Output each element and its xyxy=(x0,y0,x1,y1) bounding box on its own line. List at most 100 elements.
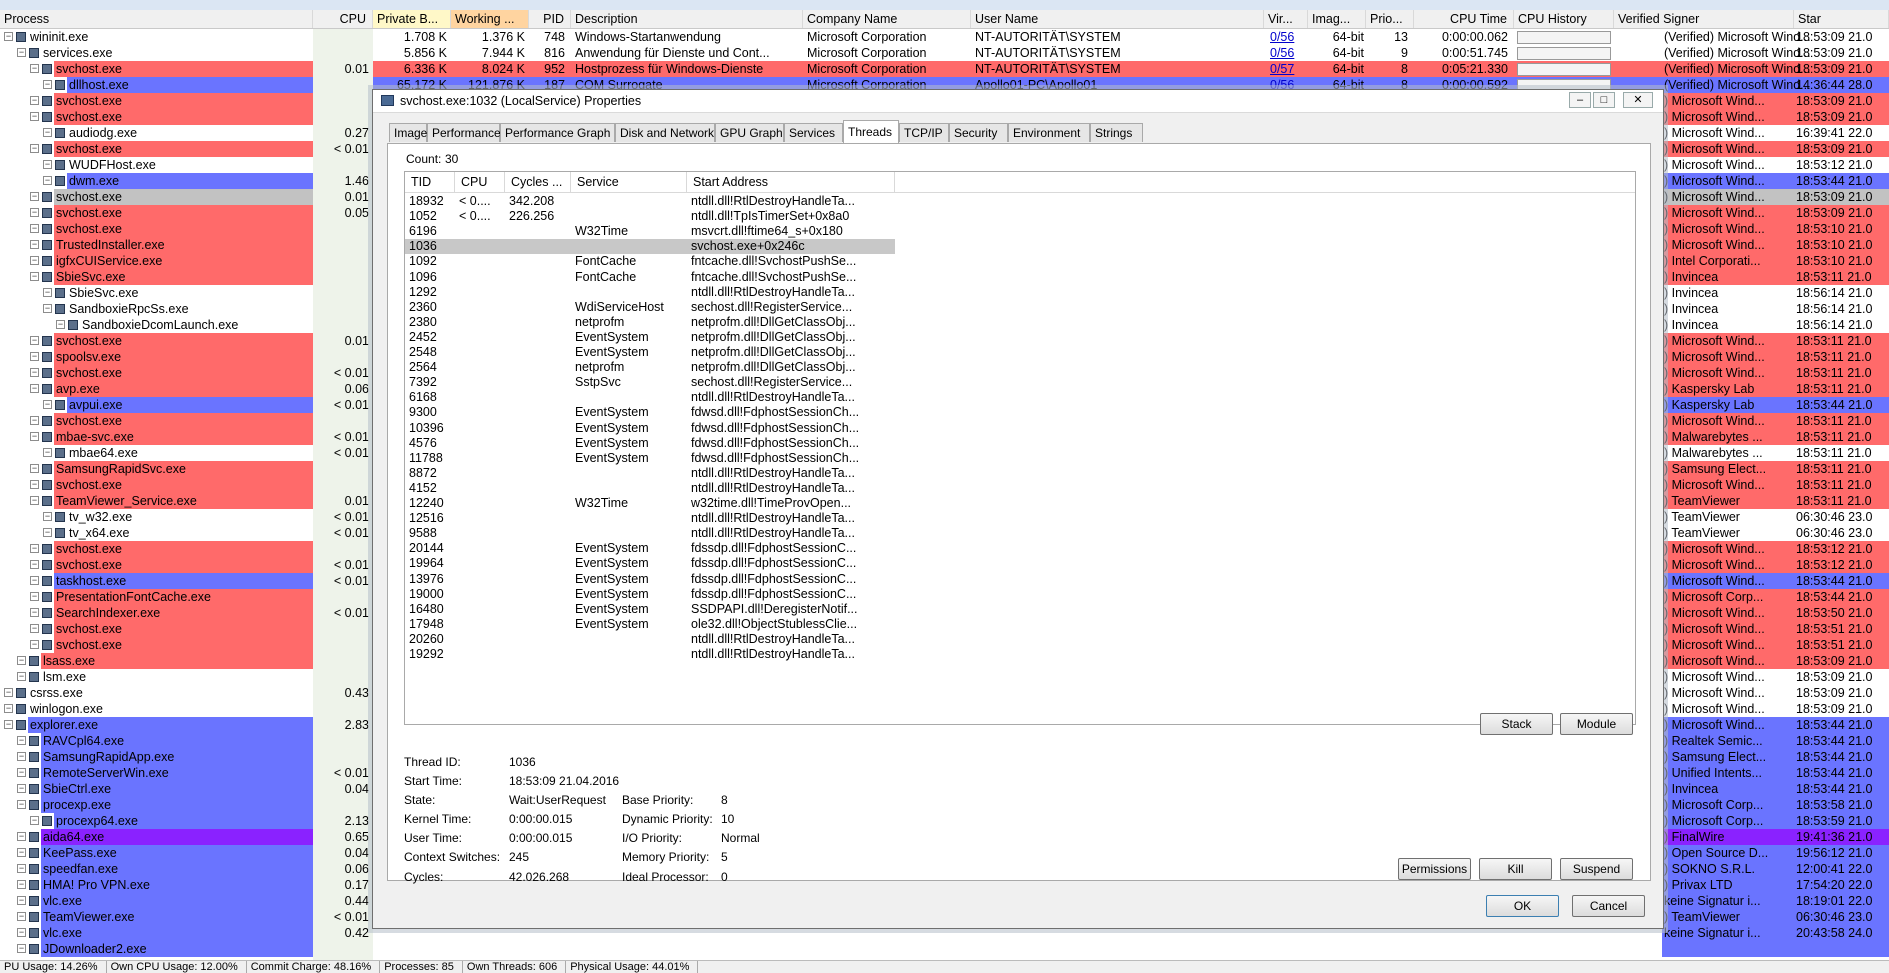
thread-row[interactable]: 10396 EventSystem fdwsd.dll!FdphostSession… xyxy=(405,421,895,436)
thread-row[interactable]: 4152 ntdll.dll!RtlDestroyHandleTa... xyxy=(405,481,895,496)
process-row[interactable]: − wininit.exe 1.708 K 1.376 K 748 Windows-Sta… xyxy=(0,29,1889,45)
tree-toggle-icon[interactable]: − xyxy=(43,304,52,313)
thread-row[interactable]: 4576 EventSystem fdwsd.dll!FdphostSessionC… xyxy=(405,436,895,451)
thread-row[interactable]: 12516 ntdll.dll!RtlDestroyHandleTa... xyxy=(405,511,895,526)
permissions-button[interactable]: Permissions xyxy=(1398,858,1471,880)
tree-toggle-icon[interactable]: − xyxy=(17,832,26,841)
tree-toggle-icon[interactable]: − xyxy=(30,224,39,233)
tree-toggle-icon[interactable]: − xyxy=(30,272,39,281)
tab-services[interactable]: Services xyxy=(784,123,843,142)
tab-image[interactable]: Image xyxy=(389,123,427,142)
thread-row[interactable]: 19964 EventSystem fdssdp.dll!FdphostSessio… xyxy=(405,556,895,571)
tree-toggle-icon[interactable]: − xyxy=(30,96,39,105)
thread-row[interactable]: 16480 EventSystem SSDPAPI.dll!DeregisterNo… xyxy=(405,602,895,617)
col-user-name[interactable]: User Name xyxy=(971,10,1264,28)
dialog-title-bar[interactable]: svchost.exe:1032 (LocalService) Properti… xyxy=(373,90,1663,113)
tab-performance[interactable]: Performance xyxy=(427,123,501,142)
col-description[interactable]: Description xyxy=(571,10,803,28)
suspend-button[interactable]: Suspend xyxy=(1560,858,1633,880)
col-company[interactable]: Company Name xyxy=(803,10,971,28)
tree-toggle-icon[interactable]: − xyxy=(43,448,52,457)
process-row[interactable]: − JDownloader2.exe xyxy=(0,941,1889,957)
process-virustotal[interactable]: 0/56 xyxy=(1270,45,1310,61)
tree-toggle-icon[interactable]: − xyxy=(30,144,39,153)
tree-toggle-icon[interactable]: − xyxy=(30,256,39,265)
col-tid[interactable]: TID xyxy=(405,172,455,192)
tree-toggle-icon[interactable]: − xyxy=(30,544,39,553)
thread-row[interactable]: 9300 EventSystem fdwsd.dll!FdphostSessionC… xyxy=(405,405,895,420)
thread-row[interactable]: 9588 ntdll.dll!RtlDestroyHandleTa... xyxy=(405,526,895,541)
col-virustotal[interactable]: Vir... xyxy=(1264,10,1308,28)
tree-toggle-icon[interactable]: − xyxy=(43,512,52,521)
col-process[interactable]: Process xyxy=(0,10,313,28)
stack-button[interactable]: Stack xyxy=(1480,713,1553,735)
col-pid[interactable]: PID xyxy=(529,10,571,28)
tree-toggle-icon[interactable]: − xyxy=(56,320,65,329)
kill-button[interactable]: Kill xyxy=(1479,858,1552,880)
tree-toggle-icon[interactable]: − xyxy=(30,640,39,649)
thread-row[interactable]: 1092 FontCache fntcache.dll!SvchostPushSe.… xyxy=(405,254,895,269)
ok-button[interactable]: OK xyxy=(1486,895,1559,917)
tree-toggle-icon[interactable]: − xyxy=(17,656,26,665)
thread-row[interactable]: 18932 < 0.... 342.208 ntdll.dll!RtlDestroyH… xyxy=(405,194,895,209)
tree-toggle-icon[interactable]: − xyxy=(17,48,26,57)
col-working-set[interactable]: Working ... xyxy=(451,10,529,28)
thread-row[interactable]: 1292 ntdll.dll!RtlDestroyHandleTa... xyxy=(405,285,895,300)
tree-toggle-icon[interactable]: − xyxy=(30,352,39,361)
tree-toggle-icon[interactable]: − xyxy=(43,176,52,185)
tree-toggle-icon[interactable]: − xyxy=(43,160,52,169)
process-row[interactable]: − svchost.exe 0.01 6.336 K 8.024 K 952 Hostpro… xyxy=(0,61,1889,77)
thread-row[interactable]: 13976 EventSystem fdssdp.dll!FdphostSessio… xyxy=(405,572,895,587)
col-service[interactable]: Service xyxy=(571,172,687,192)
tree-toggle-icon[interactable]: − xyxy=(30,624,39,633)
tree-toggle-icon[interactable]: − xyxy=(17,848,26,857)
thread-row[interactable]: 6168 ntdll.dll!RtlDestroyHandleTa... xyxy=(405,390,895,405)
tree-toggle-icon[interactable]: − xyxy=(30,112,39,121)
tree-toggle-icon[interactable]: − xyxy=(17,736,26,745)
col-private-bytes[interactable]: Private B... xyxy=(373,10,451,28)
col-cpu-time[interactable]: CPU Time xyxy=(1414,10,1514,28)
tree-toggle-icon[interactable]: − xyxy=(17,864,26,873)
thread-row[interactable]: 1052 < 0.... 226.256 ntdll.dll!TpIsTimerSet… xyxy=(405,209,895,224)
thread-row[interactable]: 8872 ntdll.dll!RtlDestroyHandleTa... xyxy=(405,466,895,481)
col-thread-cpu[interactable]: CPU xyxy=(455,172,505,192)
tree-toggle-icon[interactable]: − xyxy=(30,240,39,249)
thread-row[interactable]: 1096 FontCache fntcache.dll!SvchostPushSe.… xyxy=(405,270,895,285)
tree-toggle-icon[interactable]: − xyxy=(30,64,39,73)
tree-toggle-icon[interactable]: − xyxy=(30,560,39,569)
tree-toggle-icon[interactable]: − xyxy=(17,784,26,793)
thread-row[interactable]: 19000 EventSystem fdssdp.dll!FdphostSessio… xyxy=(405,587,895,602)
tree-toggle-icon[interactable]: − xyxy=(30,608,39,617)
col-cycles[interactable]: Cycles ... xyxy=(505,172,571,192)
tab-performance-graph[interactable]: Performance Graph xyxy=(500,123,615,142)
thread-row[interactable]: 2360 WdiServiceHost sechost.dll!RegisterSe… xyxy=(405,300,895,315)
col-image-type[interactable]: Imag... xyxy=(1308,10,1366,28)
tree-toggle-icon[interactable]: − xyxy=(43,128,52,137)
thread-row[interactable]: 19292 ntdll.dll!RtlDestroyHandleTa... xyxy=(405,647,895,662)
col-start-address[interactable]: Start Address xyxy=(687,172,895,192)
close-button[interactable]: ✕ xyxy=(1623,92,1653,108)
thread-row[interactable]: 2452 EventSystem netprofm.dll!DllGetClassO… xyxy=(405,330,895,345)
tree-toggle-icon[interactable]: − xyxy=(17,800,26,809)
tab-tcpip[interactable]: TCP/IP xyxy=(899,123,949,142)
col-cpu-history[interactable]: CPU History xyxy=(1514,10,1614,28)
tree-toggle-icon[interactable]: − xyxy=(17,752,26,761)
thread-list[interactable]: TID CPU Cycles ... Service Start Address… xyxy=(404,171,1636,725)
tree-toggle-icon[interactable]: − xyxy=(17,944,26,953)
thread-row[interactable]: 20260 ntdll.dll!RtlDestroyHandleTa... xyxy=(405,632,895,647)
thread-row[interactable]: 2380 netprofm netprofm.dll!DllGetClassObj.… xyxy=(405,315,895,330)
tree-toggle-icon[interactable]: − xyxy=(17,768,26,777)
tree-toggle-icon[interactable]: − xyxy=(30,192,39,201)
tree-toggle-icon[interactable]: − xyxy=(30,816,39,825)
tree-toggle-icon[interactable]: − xyxy=(4,688,13,697)
col-verified-signer[interactable]: Verified Signer xyxy=(1614,10,1794,28)
tree-toggle-icon[interactable]: − xyxy=(30,480,39,489)
cancel-button[interactable]: Cancel xyxy=(1572,895,1645,917)
thread-row[interactable]: 2564 netprofm netprofm.dll!DllGetClassObj.… xyxy=(405,360,895,375)
col-priority[interactable]: Prio... xyxy=(1366,10,1414,28)
thread-row[interactable]: 20144 EventSystem fdssdp.dll!FdphostSessio… xyxy=(405,541,895,556)
tree-toggle-icon[interactable]: − xyxy=(43,528,52,537)
tree-toggle-icon[interactable]: − xyxy=(30,576,39,585)
maximize-button[interactable]: □ xyxy=(1593,92,1615,108)
tree-toggle-icon[interactable]: − xyxy=(4,32,13,41)
